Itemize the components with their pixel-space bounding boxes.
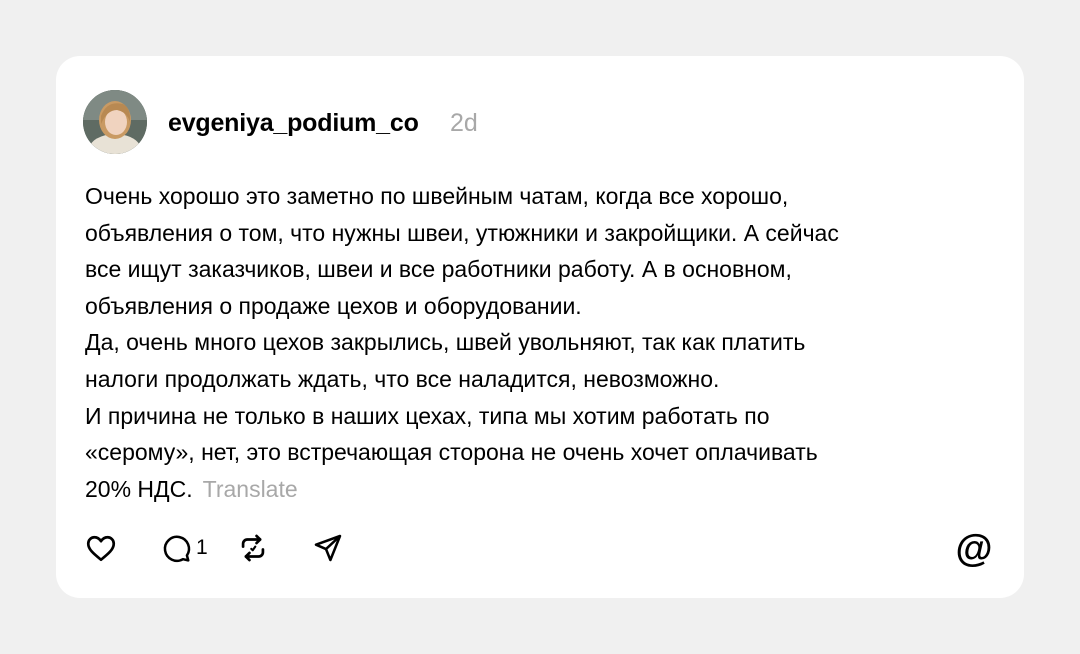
post-text-last-line: 20% НДС. Translate: [85, 471, 995, 508]
post-text-line: все ищут заказчиков, швеи и все работник…: [85, 256, 792, 283]
post-timestamp: 2d: [450, 109, 478, 137]
post-text-line: налоги продолжать ждать, что все наладит…: [85, 365, 720, 392]
avatar[interactable]: [83, 90, 147, 154]
username[interactable]: evgeniya_podium_co: [168, 109, 419, 138]
post-text-line: Очень хорошо это заметно по швейным чата…: [85, 183, 789, 209]
repost-icon: [241, 534, 265, 562]
avatar-image: [83, 90, 147, 154]
translate-link[interactable]: Translate: [203, 476, 298, 502]
post-body: Очень хорошо это заметно по швейным чата…: [85, 178, 995, 507]
repost-button[interactable]: [236, 530, 270, 566]
heart-icon: [86, 535, 116, 562]
like-button[interactable]: [84, 530, 118, 566]
send-icon: [314, 534, 342, 562]
comment-icon: [163, 535, 191, 563]
post-text-line: «серому», нет, это встречающая сторона н…: [85, 439, 818, 466]
post-text-line: Да, очень много цехов закрылись, швей ув…: [85, 329, 806, 356]
reply-count: 1: [196, 536, 208, 559]
post-text-line: И причина не только в наших цехах, типа …: [85, 402, 770, 429]
post-card: evgeniya_podium_co 2d Очень хорошо это з…: [56, 56, 1024, 598]
post-text-line: объявления о продаже цехов и оборудовани…: [85, 292, 582, 319]
reply-button[interactable]: 1: [160, 530, 208, 566]
post-text-line: объявления о том, что нужны швеи, утюжни…: [85, 219, 839, 246]
threads-logo-icon: @: [955, 527, 993, 570]
post-text-line: 20% НДС.: [85, 475, 193, 502]
share-button[interactable]: [312, 530, 344, 566]
